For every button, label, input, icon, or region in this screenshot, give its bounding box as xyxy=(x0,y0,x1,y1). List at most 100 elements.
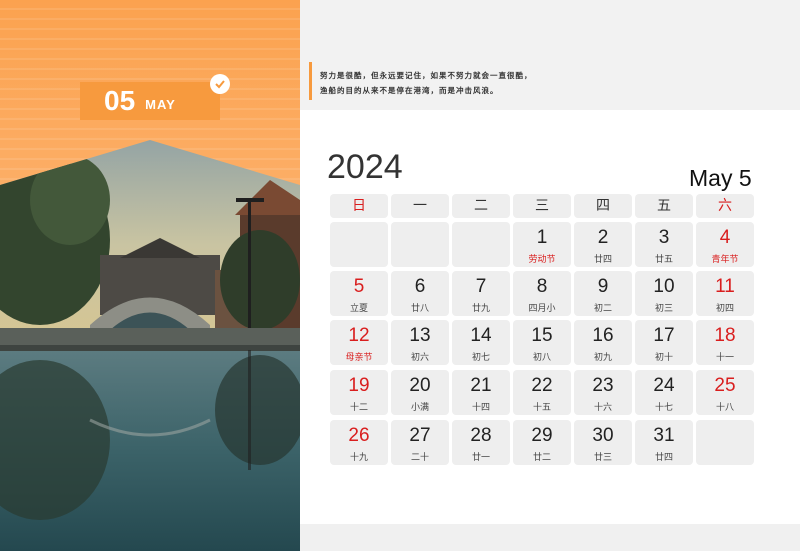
lunar-label: 小满 xyxy=(410,403,429,413)
day-cell[interactable]: 8 四月小 xyxy=(513,271,571,316)
day-cell[interactable]: 13 初六 xyxy=(391,320,449,365)
day-number: 9 xyxy=(597,276,609,297)
lunar-label: 廿五 xyxy=(654,255,673,265)
day-cell[interactable]: 18 十一 xyxy=(696,320,754,365)
quote-accent-bar xyxy=(309,62,312,100)
day-cell[interactable]: 30 廿三 xyxy=(574,420,632,465)
quote-line-1: 努力是很酷，但永远要记住，如果不努力就会一直很酷， xyxy=(320,71,533,80)
day-cell[interactable]: 9 初二 xyxy=(574,271,632,316)
year-title: 2024 xyxy=(327,148,403,186)
day-number: 14 xyxy=(470,325,492,346)
day-cell[interactable]: 16 初九 xyxy=(574,320,632,365)
lunar-label: 廿九 xyxy=(471,304,490,314)
day-cell[interactable]: 31 廿四 xyxy=(635,420,693,465)
day-cell[interactable]: 21 十四 xyxy=(452,370,510,415)
left-panel: 05 MAY xyxy=(0,0,300,551)
day-number: 25 xyxy=(714,375,736,396)
day-cell[interactable]: 7 廿九 xyxy=(452,271,510,316)
day-number: 8 xyxy=(536,276,548,297)
weekday-header: 四 xyxy=(574,194,632,218)
day-cell[interactable]: 11 初四 xyxy=(696,271,754,316)
lunar-label: 廿三 xyxy=(593,453,612,463)
day-number: 30 xyxy=(592,425,614,446)
month-number: 05 xyxy=(104,85,136,116)
day-number: 13 xyxy=(409,325,431,346)
day-cell[interactable]: 28 廿一 xyxy=(452,420,510,465)
day-cell[interactable]: 15 初八 xyxy=(513,320,571,365)
day-number: 27 xyxy=(409,425,431,446)
day-number: 6 xyxy=(414,276,426,297)
lunar-label: 初八 xyxy=(532,353,551,363)
lunar-label: 初二 xyxy=(593,304,612,314)
lunar-label: 十八 xyxy=(715,403,734,413)
day-cell[interactable]: 6 廿八 xyxy=(391,271,449,316)
day-number: 18 xyxy=(714,325,736,346)
day-number: 3 xyxy=(658,227,670,248)
lunar-label: 劳动节 xyxy=(528,255,556,265)
day-number: 22 xyxy=(531,375,553,396)
day-number: 2 xyxy=(597,227,609,248)
day-cell[interactable]: 22 十五 xyxy=(513,370,571,415)
lunar-label: 初十 xyxy=(654,353,673,363)
lunar-label: 十二 xyxy=(349,403,368,413)
day-cell[interactable]: 25 十八 xyxy=(696,370,754,415)
lunar-label: 初七 xyxy=(471,353,490,363)
day-cell[interactable]: 2 廿四 xyxy=(574,222,632,267)
check-icon xyxy=(210,74,230,94)
lunar-label: 廿二 xyxy=(532,453,551,463)
lunar-label: 青年节 xyxy=(711,255,739,265)
day-number: 10 xyxy=(653,276,675,297)
day-number: 15 xyxy=(531,325,553,346)
lunar-label: 廿四 xyxy=(654,453,673,463)
weekday-header: 日 xyxy=(330,194,388,218)
day-cell[interactable]: 26 十九 xyxy=(330,420,388,465)
day-cell[interactable]: 17 初十 xyxy=(635,320,693,365)
day-cell[interactable]: 4 青年节 xyxy=(696,222,754,267)
weekday-header: 六 xyxy=(696,194,754,218)
lunar-label: 十六 xyxy=(593,403,612,413)
lunar-label: 四月小 xyxy=(528,304,556,314)
bottom-strip xyxy=(300,524,800,551)
day-number: 17 xyxy=(653,325,675,346)
day-number: 11 xyxy=(715,276,735,297)
day-cell[interactable]: 1 劳动节 xyxy=(513,222,571,267)
day-cell[interactable]: 20 小满 xyxy=(391,370,449,415)
quote-box: 努力是很酷，但永远要记住，如果不努力就会一直很酷， 渔船的目的从来不是停在港湾，… xyxy=(300,0,800,110)
lunar-label: 立夏 xyxy=(349,304,368,314)
weekday-header: 一 xyxy=(391,194,449,218)
day-cell[interactable]: 19 十二 xyxy=(330,370,388,415)
date-label: May 5 xyxy=(689,165,752,191)
lunar-label: 廿八 xyxy=(410,304,429,314)
weekday-header: 二 xyxy=(452,194,510,218)
quote-line-2: 渔船的目的从来不是停在港湾，而是冲击风浪。 xyxy=(320,86,499,95)
day-cell[interactable]: 12 母亲节 xyxy=(330,320,388,365)
empty-day-cell xyxy=(391,222,449,267)
day-cell[interactable]: 3 廿五 xyxy=(635,222,693,267)
lunar-label: 二十 xyxy=(410,453,429,463)
lunar-label: 初六 xyxy=(410,353,429,363)
day-number: 19 xyxy=(348,375,370,396)
day-number: 28 xyxy=(470,425,492,446)
empty-day-cell xyxy=(330,222,388,267)
lunar-label: 初三 xyxy=(654,304,673,314)
lunar-label: 十九 xyxy=(349,453,368,463)
day-cell[interactable]: 5 立夏 xyxy=(330,271,388,316)
month-box: 05 MAY xyxy=(80,82,220,120)
day-number: 4 xyxy=(719,227,731,248)
day-cell[interactable]: 14 初七 xyxy=(452,320,510,365)
day-number: 20 xyxy=(409,375,431,396)
day-number: 12 xyxy=(348,325,370,346)
day-number: 29 xyxy=(531,425,553,446)
lunar-label: 母亲节 xyxy=(345,353,373,363)
lunar-label: 初四 xyxy=(715,304,734,314)
empty-day-cell xyxy=(452,222,510,267)
day-cell[interactable]: 27 二十 xyxy=(391,420,449,465)
day-number: 5 xyxy=(353,276,365,297)
day-cell[interactable]: 23 十六 xyxy=(574,370,632,415)
day-cell[interactable]: 24 十七 xyxy=(635,370,693,415)
day-number: 1 xyxy=(536,227,548,248)
day-cell[interactable]: 10 初三 xyxy=(635,271,693,316)
weekday-header: 三 xyxy=(513,194,571,218)
day-cell[interactable]: 29 廿二 xyxy=(513,420,571,465)
lunar-label: 十七 xyxy=(654,403,673,413)
